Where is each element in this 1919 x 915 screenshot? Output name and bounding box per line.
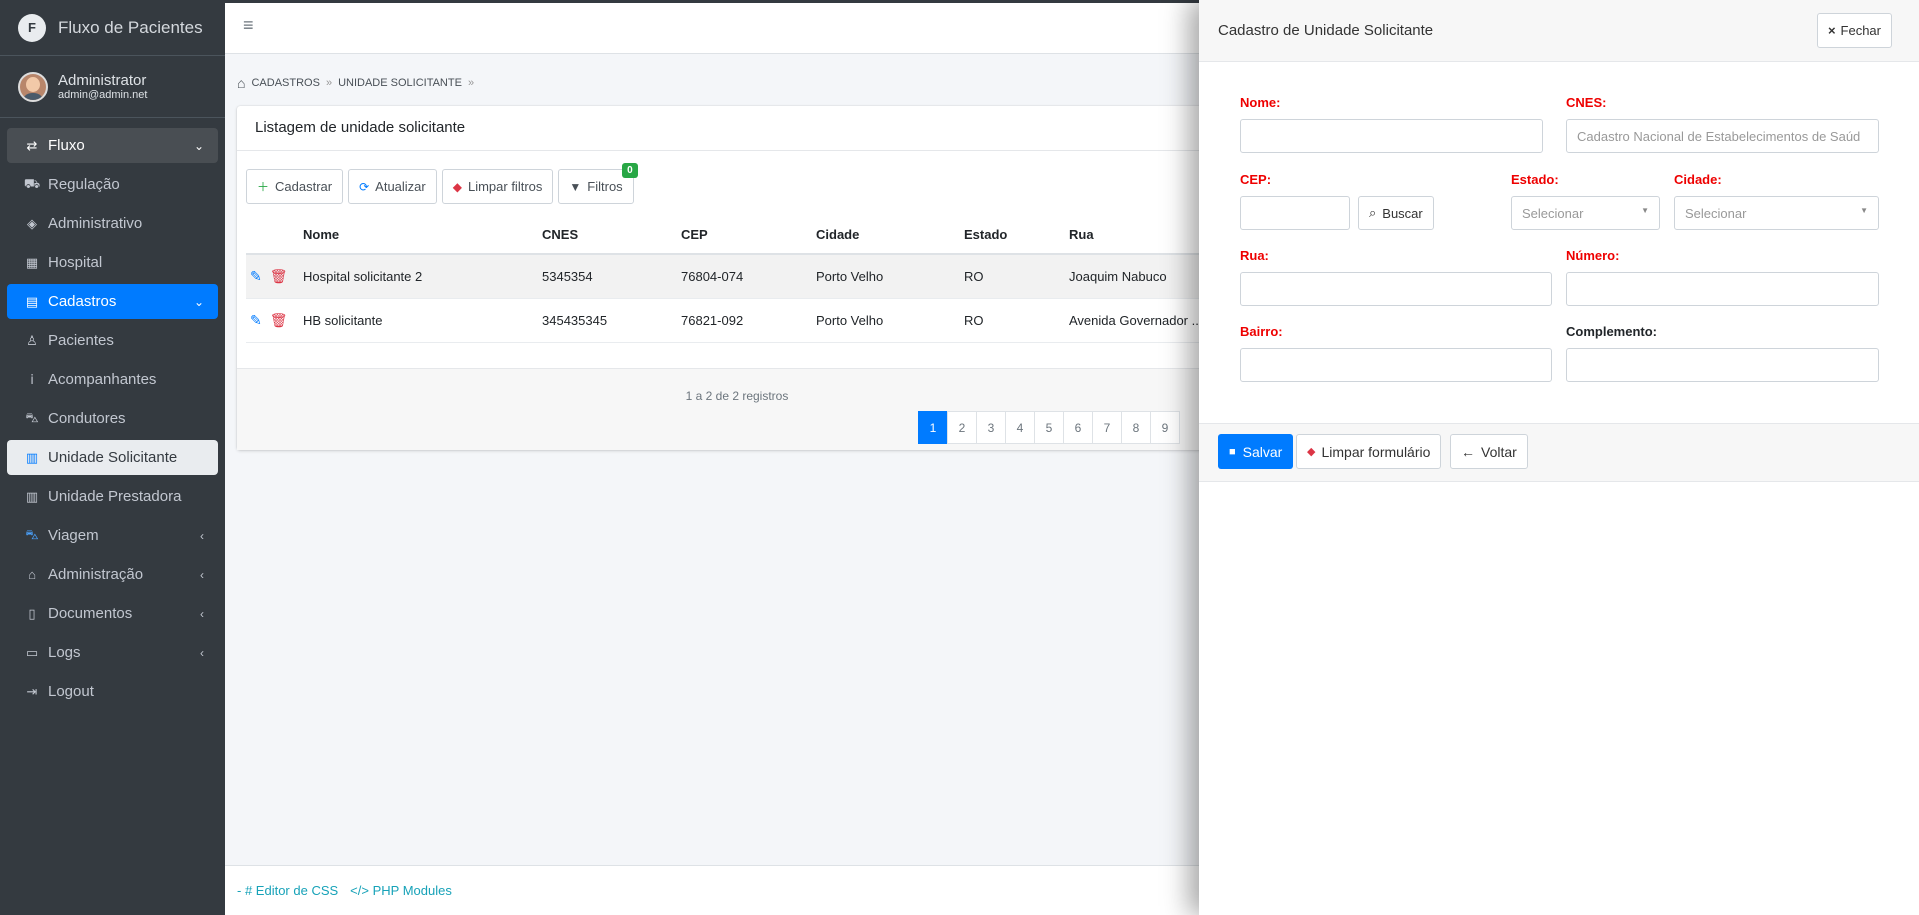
search-icon: ⌕ [1369,205,1377,220]
drawer-title: Cadastro de Unidade Solicitante [1218,22,1434,39]
eraser-icon: ◆ [1307,446,1316,458]
save-button[interactable]: ■ Salvar [1218,434,1294,469]
bairro-input[interactable] [1240,348,1552,382]
complemento-label: Complemento: [1566,324,1657,339]
arrow-left-icon: ← [1461,443,1475,460]
save-label: Salvar [1242,443,1283,460]
cnes-input[interactable]: Cadastro Nacional de Estabelecimentos de… [1566,119,1879,153]
search-label: Buscar [1382,205,1423,221]
close-label: Fechar [1840,23,1881,38]
close-icon: × [1827,23,1836,38]
drawer-header: Cadastro de Unidade Solicitante × Fechar [1199,0,1919,62]
cep-input[interactable] [1240,196,1350,230]
clear-form-button[interactable]: ◆ Limpar formulário [1296,434,1442,469]
close-button[interactable]: × Fechar [1816,13,1892,48]
drawer-actions: ■ Salvar ◆ Limpar formulário ← Voltar [1199,424,1919,482]
cnes-label: CNES: [1566,95,1607,110]
back-button[interactable]: ← Voltar [1450,434,1528,469]
cidade-select[interactable]: Selecionar ▼ [1674,196,1879,230]
estado-select[interactable]: Selecionar ▼ [1511,196,1660,230]
clear-form-label: Limpar formulário [1321,443,1431,460]
cidade-label: Cidade: [1674,172,1722,187]
back-label: Voltar [1481,443,1517,460]
rua-input[interactable] [1240,272,1552,306]
estado-label: Estado: [1511,172,1559,187]
form-drawer: Cadastro de Unidade Solicitante × Fechar … [1199,0,1919,915]
bairro-label: Bairro: [1240,324,1283,339]
save-icon: ■ [1229,445,1236,458]
drawer-form: Nome: CNES: Cadastro Nacional de Estabel… [1199,62,1919,424]
search-cep-button[interactable]: ⌕ Buscar [1358,196,1434,230]
numero-input[interactable] [1566,272,1879,306]
caret-down-icon: ▼ [1641,206,1649,215]
numero-label: Número: [1566,248,1620,263]
estado-selected: Selecionar [1522,206,1584,221]
nome-input[interactable] [1240,119,1543,153]
cep-label: CEP: [1240,172,1272,187]
cidade-selected: Selecionar [1685,206,1747,221]
drawer-backdrop[interactable] [0,0,1199,915]
rua-label: Rua: [1240,248,1269,263]
nome-label: Nome: [1240,95,1281,110]
caret-down-icon: ▼ [1860,206,1868,215]
complemento-input[interactable] [1566,348,1879,382]
